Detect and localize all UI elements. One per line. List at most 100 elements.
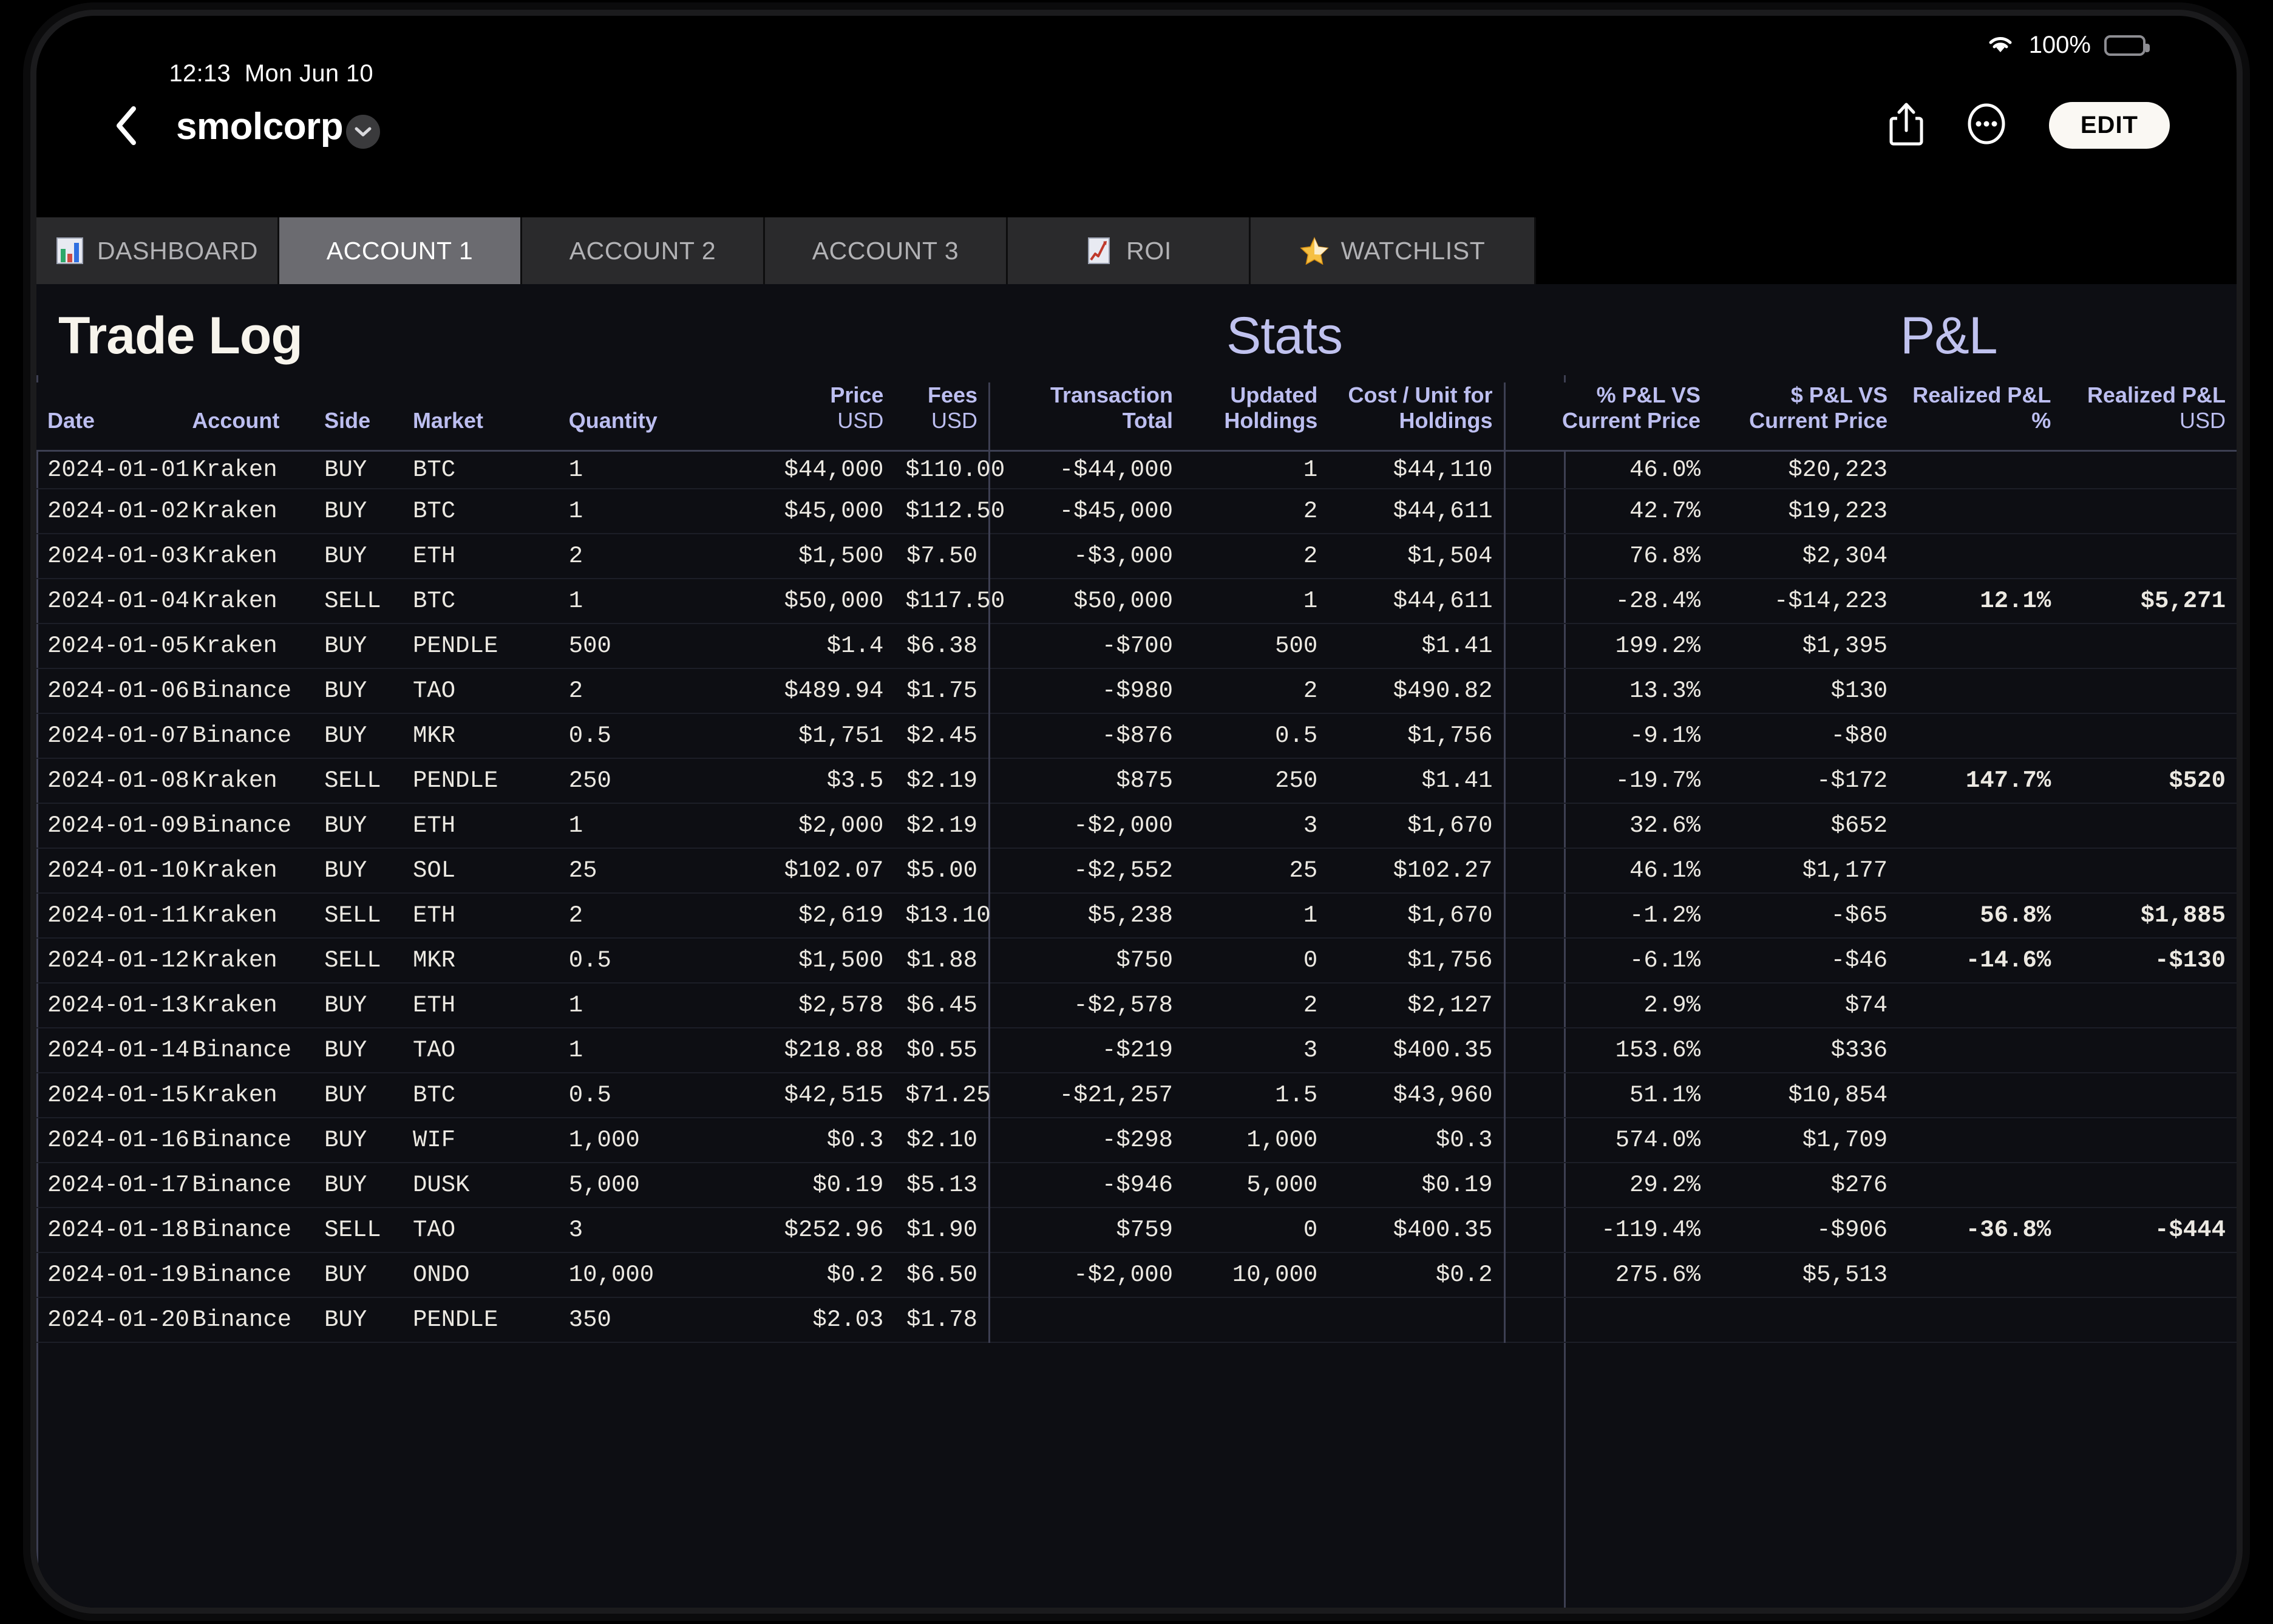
cell-real_pct[interactable] <box>1898 1027 2062 1073</box>
cell-txn_total[interactable]: -$876 <box>988 713 1184 759</box>
cell-fees[interactable]: $1.78 <box>894 1297 990 1343</box>
cell-quantity[interactable]: 25 <box>557 848 708 894</box>
cell-real_pct[interactable]: 147.7% <box>1898 758 2062 804</box>
cell-txn_total[interactable]: $750 <box>988 937 1184 984</box>
chevron-down-icon[interactable] <box>346 115 380 149</box>
cell-dollar_pnl[interactable]: $10,854 <box>1711 1072 1899 1118</box>
cell-holdings[interactable]: 1 <box>1184 892 1329 939</box>
cell-cost_unit[interactable]: $1,756 <box>1328 937 1504 984</box>
cell-account[interactable]: Kraken <box>181 488 314 534</box>
share-icon[interactable] <box>1889 101 1924 149</box>
cell-side[interactable]: SELL <box>313 578 402 624</box>
cell-quantity[interactable]: 1 <box>557 982 708 1028</box>
cell-txn_total[interactable]: -$3,000 <box>988 533 1184 579</box>
cell-fees[interactable]: $0.55 <box>894 1027 990 1073</box>
cell-fees[interactable]: $5.13 <box>894 1162 990 1208</box>
cell-side[interactable]: BUY <box>313 1027 402 1073</box>
cell-pct_pnl[interactable]: 275.6% <box>1503 1252 1712 1298</box>
cell-fees[interactable]: $6.45 <box>894 982 990 1028</box>
cell-dollar_pnl[interactable]: $336 <box>1711 1027 1899 1073</box>
cell-price[interactable]: $218.88 <box>707 1027 895 1073</box>
cell-dollar_pnl[interactable]: $1,709 <box>1711 1117 1899 1163</box>
cell-side[interactable]: BUY <box>313 713 402 759</box>
cell-real_pct[interactable] <box>1898 450 2062 489</box>
cell-fees[interactable]: $112.50 <box>894 488 1005 534</box>
cell-cost_unit[interactable]: $1,756 <box>1328 713 1504 759</box>
cell-real_usd[interactable] <box>2062 1297 2237 1343</box>
cell-price[interactable]: $2.03 <box>707 1297 895 1343</box>
cell-holdings[interactable]: 1,000 <box>1184 1117 1329 1163</box>
page-title[interactable]: smolcorp <box>176 105 344 148</box>
cell-account[interactable]: Kraken <box>181 937 314 984</box>
cell-price[interactable]: $0.2 <box>707 1252 895 1298</box>
cell-market[interactable]: ETH <box>401 982 558 1028</box>
cell-quantity[interactable]: 10,000 <box>557 1252 708 1298</box>
cell-side[interactable]: BUY <box>313 1252 402 1298</box>
table-row[interactable]: 2024-01-10 Kraken BUY SOL 25 $102.07 $5.00 -$2,… <box>36 848 2237 894</box>
cell-price[interactable]: $489.94 <box>707 668 895 714</box>
cell-quantity[interactable]: 2 <box>557 533 708 579</box>
cell-real_usd[interactable]: $520 <box>2062 758 2237 804</box>
cell-market[interactable]: ONDO <box>401 1252 558 1298</box>
cell-market[interactable]: MKR <box>401 937 558 984</box>
cell-dollar_pnl[interactable]: -$80 <box>1711 713 1899 759</box>
table-row[interactable]: 2024-01-01 Kraken BUY BTC 1 $44,000 $110.00 -$4… <box>36 450 2237 489</box>
cell-account[interactable]: Binance <box>181 713 314 759</box>
cell-market[interactable]: ETH <box>401 533 558 579</box>
tab-dashboard[interactable]: DASHBOARD <box>36 217 279 284</box>
cell-real_pct[interactable] <box>1898 488 2062 534</box>
cell-quantity[interactable]: 1 <box>557 450 708 489</box>
cell-date[interactable]: 2024-01-18 <box>36 1207 189 1253</box>
col-header-quantity[interactable]: Quantity <box>557 382 708 452</box>
cell-date[interactable]: 2024-01-09 <box>36 803 189 849</box>
cell-pct_pnl[interactable]: -19.7% <box>1503 758 1712 804</box>
cell-account[interactable]: Binance <box>181 668 314 714</box>
table-row[interactable]: 2024-01-14 Binance BUY TAO 1 $218.88 $0.55 -$21… <box>36 1027 2237 1073</box>
cell-holdings[interactable]: 500 <box>1184 623 1329 669</box>
cell-cost_unit[interactable]: $0.19 <box>1328 1162 1504 1208</box>
cell-holdings[interactable]: 10,000 <box>1184 1252 1329 1298</box>
cell-quantity[interactable]: 3 <box>557 1207 708 1253</box>
cell-pct_pnl[interactable]: -6.1% <box>1503 937 1712 984</box>
cell-real_pct[interactable] <box>1898 1072 2062 1118</box>
cell-cost_unit[interactable]: $400.35 <box>1328 1207 1504 1253</box>
cell-real_usd[interactable] <box>2062 668 2237 714</box>
cell-dollar_pnl[interactable]: $276 <box>1711 1162 1899 1208</box>
cell-real_pct[interactable] <box>1898 803 2062 849</box>
cell-dollar_pnl[interactable]: $1,177 <box>1711 848 1899 894</box>
cell-holdings[interactable]: 2 <box>1184 533 1329 579</box>
cell-side[interactable]: SELL <box>313 937 402 984</box>
cell-market[interactable]: WIF <box>401 1117 558 1163</box>
cell-real_usd[interactable] <box>2062 848 2237 894</box>
cell-txn_total[interactable]: -$45,000 <box>988 488 1184 534</box>
cell-date[interactable]: 2024-01-03 <box>36 533 189 579</box>
cell-market[interactable]: ETH <box>401 803 558 849</box>
table-row[interactable]: 2024-01-08 Kraken SELL PENDLE 250 $3.5 $2.19 $8… <box>36 758 2237 804</box>
cell-real_usd[interactable] <box>2062 803 2237 849</box>
cell-real_usd[interactable] <box>2062 623 2237 669</box>
cell-price[interactable]: $2,000 <box>707 803 895 849</box>
table-row[interactable]: 2024-01-02 Kraken BUY BTC 1 $45,000 $112.50 -$4… <box>36 488 2237 534</box>
cell-dollar_pnl[interactable]: $74 <box>1711 982 1899 1028</box>
cell-txn_total[interactable]: $875 <box>988 758 1184 804</box>
cell-cost_unit[interactable]: $490.82 <box>1328 668 1504 714</box>
cell-account[interactable]: Binance <box>181 1207 314 1253</box>
cell-txn_total[interactable]: -$21,257 <box>988 1072 1184 1118</box>
cell-fees[interactable]: $7.50 <box>894 533 990 579</box>
cell-market[interactable]: MKR <box>401 713 558 759</box>
tab-account-1[interactable]: ACCOUNT 1 <box>279 217 522 284</box>
col-header-realized-pnl-pct[interactable]: Realized P&L % <box>1898 382 2062 452</box>
cell-account[interactable]: Kraken <box>181 1072 314 1118</box>
cell-cost_unit[interactable]: $0.2 <box>1328 1252 1504 1298</box>
cell-dollar_pnl[interactable]: -$65 <box>1711 892 1899 939</box>
cell-quantity[interactable]: 500 <box>557 623 708 669</box>
cell-real_pct[interactable] <box>1898 713 2062 759</box>
cell-market[interactable]: BTC <box>401 450 558 489</box>
cell-market[interactable]: BTC <box>401 488 558 534</box>
cell-price[interactable]: $0.3 <box>707 1117 895 1163</box>
cell-real_pct[interactable] <box>1898 1117 2062 1163</box>
col-header-transaction-total[interactable]: Transaction Total <box>988 382 1184 452</box>
table-row[interactable]: 2024-01-03 Kraken BUY ETH 2 $1,500 $7.50 -$3,00… <box>36 533 2237 579</box>
cell-side[interactable]: BUY <box>313 450 402 489</box>
table-row[interactable]: 2024-01-20 Binance BUY PENDLE 350 $2.03 $1.78 <box>36 1297 2237 1343</box>
